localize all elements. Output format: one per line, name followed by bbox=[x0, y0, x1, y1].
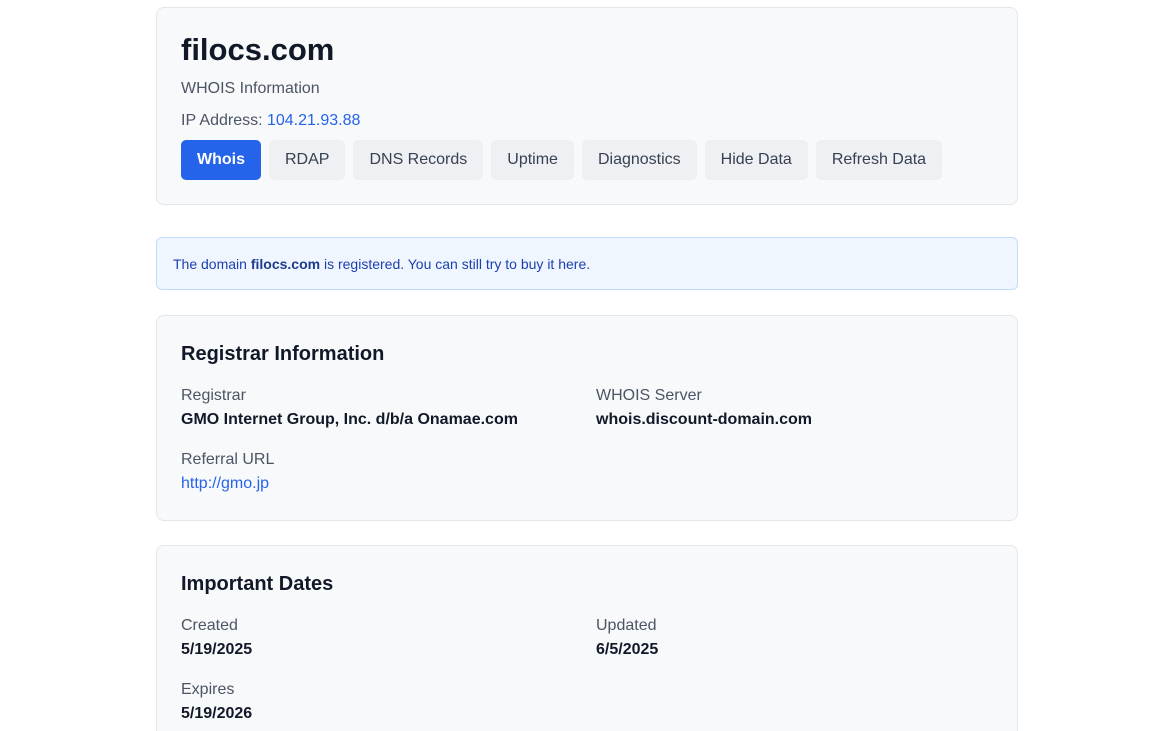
buy-domain-link[interactable]: buy it here. bbox=[521, 256, 590, 272]
registration-notice: The domain filocs.com is registered. You… bbox=[156, 237, 1018, 290]
hide-data-button[interactable]: Hide Data bbox=[704, 140, 808, 180]
tab-dns-records[interactable]: DNS Records bbox=[353, 140, 484, 180]
created-value: 5/19/2025 bbox=[181, 641, 253, 658]
important-dates-card: Important Dates Created 5/19/2025 Update… bbox=[156, 545, 1018, 731]
registrar-field: Registrar GMO Internet Group, Inc. d/b/a… bbox=[181, 385, 518, 431]
expires-value: 5/19/2026 bbox=[181, 705, 253, 722]
updated-field: Updated 6/5/2025 bbox=[596, 615, 658, 661]
whois-server-label: WHOIS Server bbox=[596, 387, 702, 404]
tab-bar: Whois RDAP DNS Records Uptime Diagnostic… bbox=[181, 140, 943, 180]
page-subtitle: WHOIS Information bbox=[181, 80, 320, 97]
tab-diagnostics[interactable]: Diagnostics bbox=[581, 140, 697, 180]
refresh-data-button[interactable]: Refresh Data bbox=[815, 140, 943, 180]
tab-rdap[interactable]: RDAP bbox=[269, 140, 346, 180]
referral-url-link[interactable]: http://gmo.jp bbox=[181, 473, 274, 495]
dates-section-title: Important Dates bbox=[181, 573, 334, 595]
expires-label: Expires bbox=[181, 681, 235, 698]
registrar-value: GMO Internet Group, Inc. d/b/a Onamae.co… bbox=[181, 411, 518, 428]
expires-field: Expires 5/19/2026 bbox=[181, 679, 252, 725]
registrar-label: Registrar bbox=[181, 387, 246, 404]
page: filocs.com WHOIS Information IP Address:… bbox=[0, 0, 1175, 731]
notice-prefix: The domain bbox=[173, 256, 247, 272]
domain-header-card: filocs.com WHOIS Information IP Address:… bbox=[156, 7, 1018, 205]
registrar-info-card: Registrar Information Registrar GMO Inte… bbox=[156, 315, 1018, 521]
tab-whois[interactable]: Whois bbox=[181, 140, 261, 180]
ip-address-link[interactable]: 104.21.93.88 bbox=[267, 112, 360, 129]
notice-middle: is registered. You can still try to bbox=[323, 256, 517, 272]
created-label: Created bbox=[181, 617, 238, 634]
tab-uptime[interactable]: Uptime bbox=[491, 140, 574, 180]
updated-value: 6/5/2025 bbox=[596, 641, 659, 658]
registrar-section-title: Registrar Information bbox=[181, 343, 385, 365]
ip-address-label: IP Address: bbox=[181, 112, 263, 129]
ip-address-line: IP Address: 104.21.93.88 bbox=[181, 110, 360, 132]
whois-server-field: WHOIS Server whois.discount-domain.com bbox=[596, 385, 812, 431]
whois-server-value: whois.discount-domain.com bbox=[596, 411, 813, 428]
notice-domain: filocs.com bbox=[250, 256, 321, 272]
referral-url-field: Referral URL http://gmo.jp bbox=[181, 449, 274, 495]
referral-url-label: Referral URL bbox=[181, 451, 275, 468]
domain-title: filocs.com bbox=[181, 32, 335, 67]
updated-label: Updated bbox=[596, 617, 657, 634]
created-field: Created 5/19/2025 bbox=[181, 615, 252, 661]
